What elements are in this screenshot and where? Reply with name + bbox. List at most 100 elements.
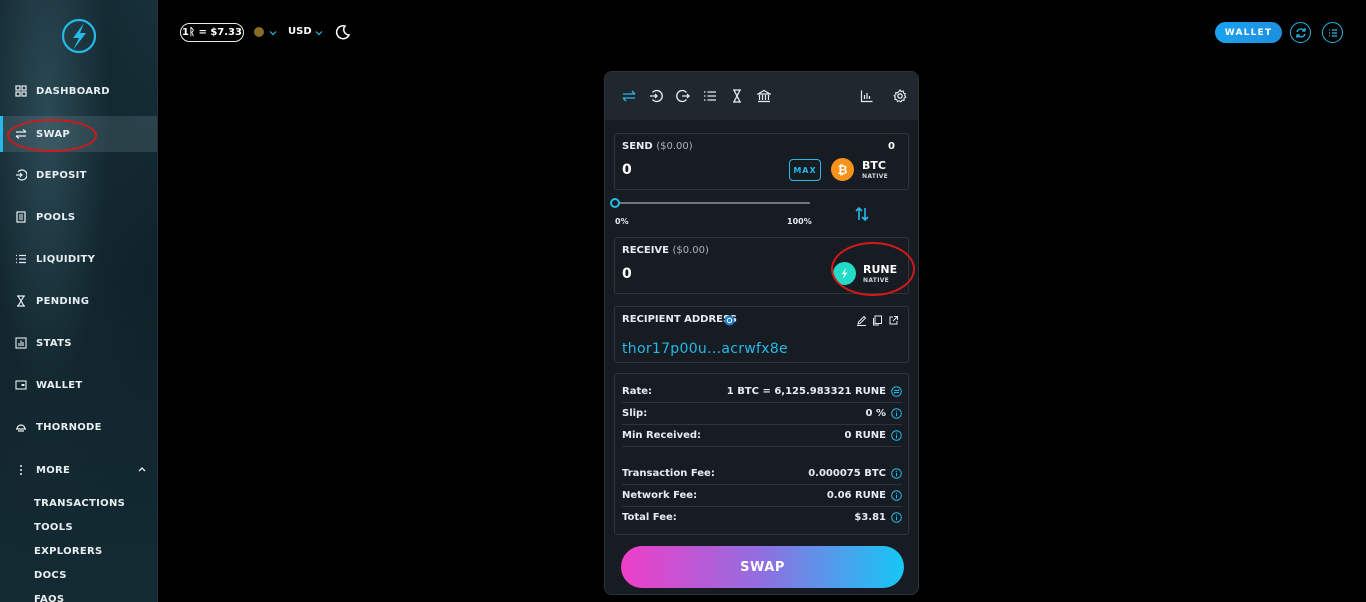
min-received-label: Min Received: (622, 429, 702, 441)
btc-token-icon[interactable]: ₿ (831, 158, 854, 181)
info-icon[interactable] (891, 490, 902, 501)
chevron-down-icon[interactable] (269, 29, 277, 37)
sidebar-item-stats[interactable]: STATS (0, 325, 157, 361)
slider-min-label: 0% (615, 217, 629, 226)
sidebar-item-thornode[interactable]: THORNODE (0, 409, 157, 445)
sidebar-subitem-faqs[interactable]: FAQS (34, 594, 64, 602)
receive-token-chain: NATIVE (863, 277, 890, 284)
send-panel: SEND ($0.00) 0 0 MAX ₿ BTC NATIVE (614, 133, 909, 190)
sidebar-item-label: LIQUIDITY (36, 253, 96, 265)
hourglass-tab-icon[interactable] (729, 88, 745, 104)
thorswap-logo[interactable] (60, 17, 98, 55)
pools-icon (15, 211, 27, 223)
info-icon[interactable] (891, 408, 902, 419)
list-tab-icon[interactable] (702, 88, 718, 104)
send-label-text: SEND (622, 141, 653, 152)
sidebar-item-label: SWAP (36, 128, 71, 140)
total-fee-value: $3.81 (854, 511, 886, 523)
percent-slider-track[interactable] (618, 202, 810, 204)
receive-usd-value: ($0.00) (672, 245, 709, 256)
sidebar-item-wallet[interactable]: WALLET (0, 367, 157, 403)
swap-tab-icon[interactable] (621, 88, 637, 104)
rate-value: 1 BTC = 6,125.983321 RUNE (726, 385, 886, 397)
sidebar-item-more[interactable]: MORE (0, 452, 157, 488)
edit-pencil-icon[interactable] (856, 315, 867, 326)
sidebar-item-label: DASHBOARD (36, 85, 110, 97)
menu-button[interactable] (1322, 22, 1343, 43)
send-amount-input[interactable]: 0 (622, 162, 632, 178)
swap-button[interactable]: SWAP (621, 546, 904, 588)
thornode-icon (15, 421, 27, 433)
chevron-up-icon (138, 467, 146, 472)
network-fee-value: 0.06 RUNE (826, 489, 886, 501)
bank-tab-icon[interactable] (756, 88, 772, 104)
rate-row: Rate: 1 BTC = 6,125.983321 RUNE (622, 380, 902, 402)
recipient-address[interactable]: thor17p00u...acrwfx8e (622, 341, 788, 357)
deposit-icon (15, 169, 27, 181)
send-balance: 0 (888, 141, 895, 152)
divider (622, 446, 902, 447)
rate-label: Rate: (622, 385, 653, 397)
network-fee-row: Network Fee: 0.06 RUNE (622, 484, 902, 506)
sidebar-item-label: PENDING (36, 295, 90, 307)
network-fee-label: Network Fee: (622, 489, 698, 501)
sidebar-item-label: DEPOSIT (36, 169, 87, 181)
sidebar-item-pending[interactable]: PENDING (0, 283, 157, 319)
max-button[interactable]: MAX (789, 159, 821, 181)
info-icon[interactable] (891, 468, 902, 479)
info-icon[interactable] (891, 512, 902, 523)
sidebar-item-liquidity[interactable]: LIQUIDITY (0, 241, 157, 277)
min-received-value: 0 RUNE (844, 429, 886, 441)
sidebar-subitem-docs[interactable]: DOCS (34, 570, 67, 581)
external-link-icon[interactable] (888, 315, 899, 326)
swap-details-panel: Rate: 1 BTC = 6,125.983321 RUNE Slip: 0 … (614, 373, 909, 535)
receive-label: RECEIVE ($0.00) (622, 245, 709, 256)
dashboard-icon (15, 85, 27, 97)
sidebar-subitem-transactions[interactable]: TRANSACTIONS (34, 498, 125, 509)
currency-selector[interactable]: USD (288, 26, 312, 37)
sidebar-item-swap[interactable]: SWAP (0, 116, 157, 152)
hourglass-icon (15, 295, 27, 307)
info-icon[interactable] (891, 430, 902, 441)
sidebar-subitem-tools[interactable]: TOOLS (34, 522, 73, 533)
more-icon (15, 464, 27, 476)
rune-price-badge: 1ᚱ = $7.33 (180, 23, 244, 42)
withdraw-tab-icon[interactable] (675, 88, 691, 104)
coin-selector-icon[interactable] (254, 27, 264, 37)
slider-max-label: 100% (787, 217, 812, 226)
wallet-button[interactable]: WALLET (1215, 22, 1282, 43)
transaction-fee-label: Transaction Fee: (622, 467, 715, 479)
wallet-icon (15, 379, 27, 391)
moon-icon[interactable] (335, 24, 351, 40)
refresh-button[interactable] (1290, 22, 1311, 43)
copy-icon[interactable] (872, 315, 883, 326)
sidebar-item-pools[interactable]: POOLS (0, 199, 157, 235)
recipient-panel: RECIPIENT ADDRESS thor17p00u...acrwfx8e (614, 306, 909, 363)
rune-token-icon[interactable] (833, 262, 856, 285)
sidebar-item-label: POOLS (36, 211, 76, 223)
deposit-tab-icon[interactable] (648, 88, 664, 104)
swap-card: SEND ($0.00) 0 0 MAX ₿ BTC NATIVE 0% 100… (604, 71, 919, 595)
slip-label: Slip: (622, 407, 648, 419)
chevron-down-icon[interactable] (315, 29, 323, 37)
send-token-name[interactable]: BTC (862, 159, 886, 172)
receive-panel: RECEIVE ($0.00) 0 RUNE NATIVE (614, 237, 915, 296)
sidebar-item-label: STATS (36, 337, 72, 349)
send-usd-value: ($0.00) (656, 141, 693, 152)
receive-token-name[interactable]: RUNE (863, 263, 897, 276)
sidebar: DASHBOARD SWAP DEPOSIT POOLS LIQUIDITY P… (0, 0, 158, 602)
sidebar-item-dashboard[interactable]: DASHBOARD (0, 73, 157, 109)
sidebar-subitem-explorers[interactable]: EXPLORERS (34, 546, 103, 557)
total-fee-label: Total Fee: (622, 511, 677, 523)
liquidity-icon (15, 253, 27, 265)
min-received-row: Min Received: 0 RUNE (622, 424, 902, 446)
slip-value: 0 % (865, 407, 886, 419)
settings-gear-icon[interactable] (892, 88, 908, 104)
refresh-icon (1295, 27, 1306, 38)
sidebar-item-label: WALLET (36, 379, 83, 391)
chart-icon[interactable] (859, 88, 875, 104)
swap-rate-icon[interactable] (891, 386, 902, 397)
flip-direction-icon[interactable] (853, 205, 871, 223)
percent-slider-handle[interactable] (610, 198, 620, 208)
sidebar-item-deposit[interactable]: DEPOSIT (0, 157, 157, 193)
